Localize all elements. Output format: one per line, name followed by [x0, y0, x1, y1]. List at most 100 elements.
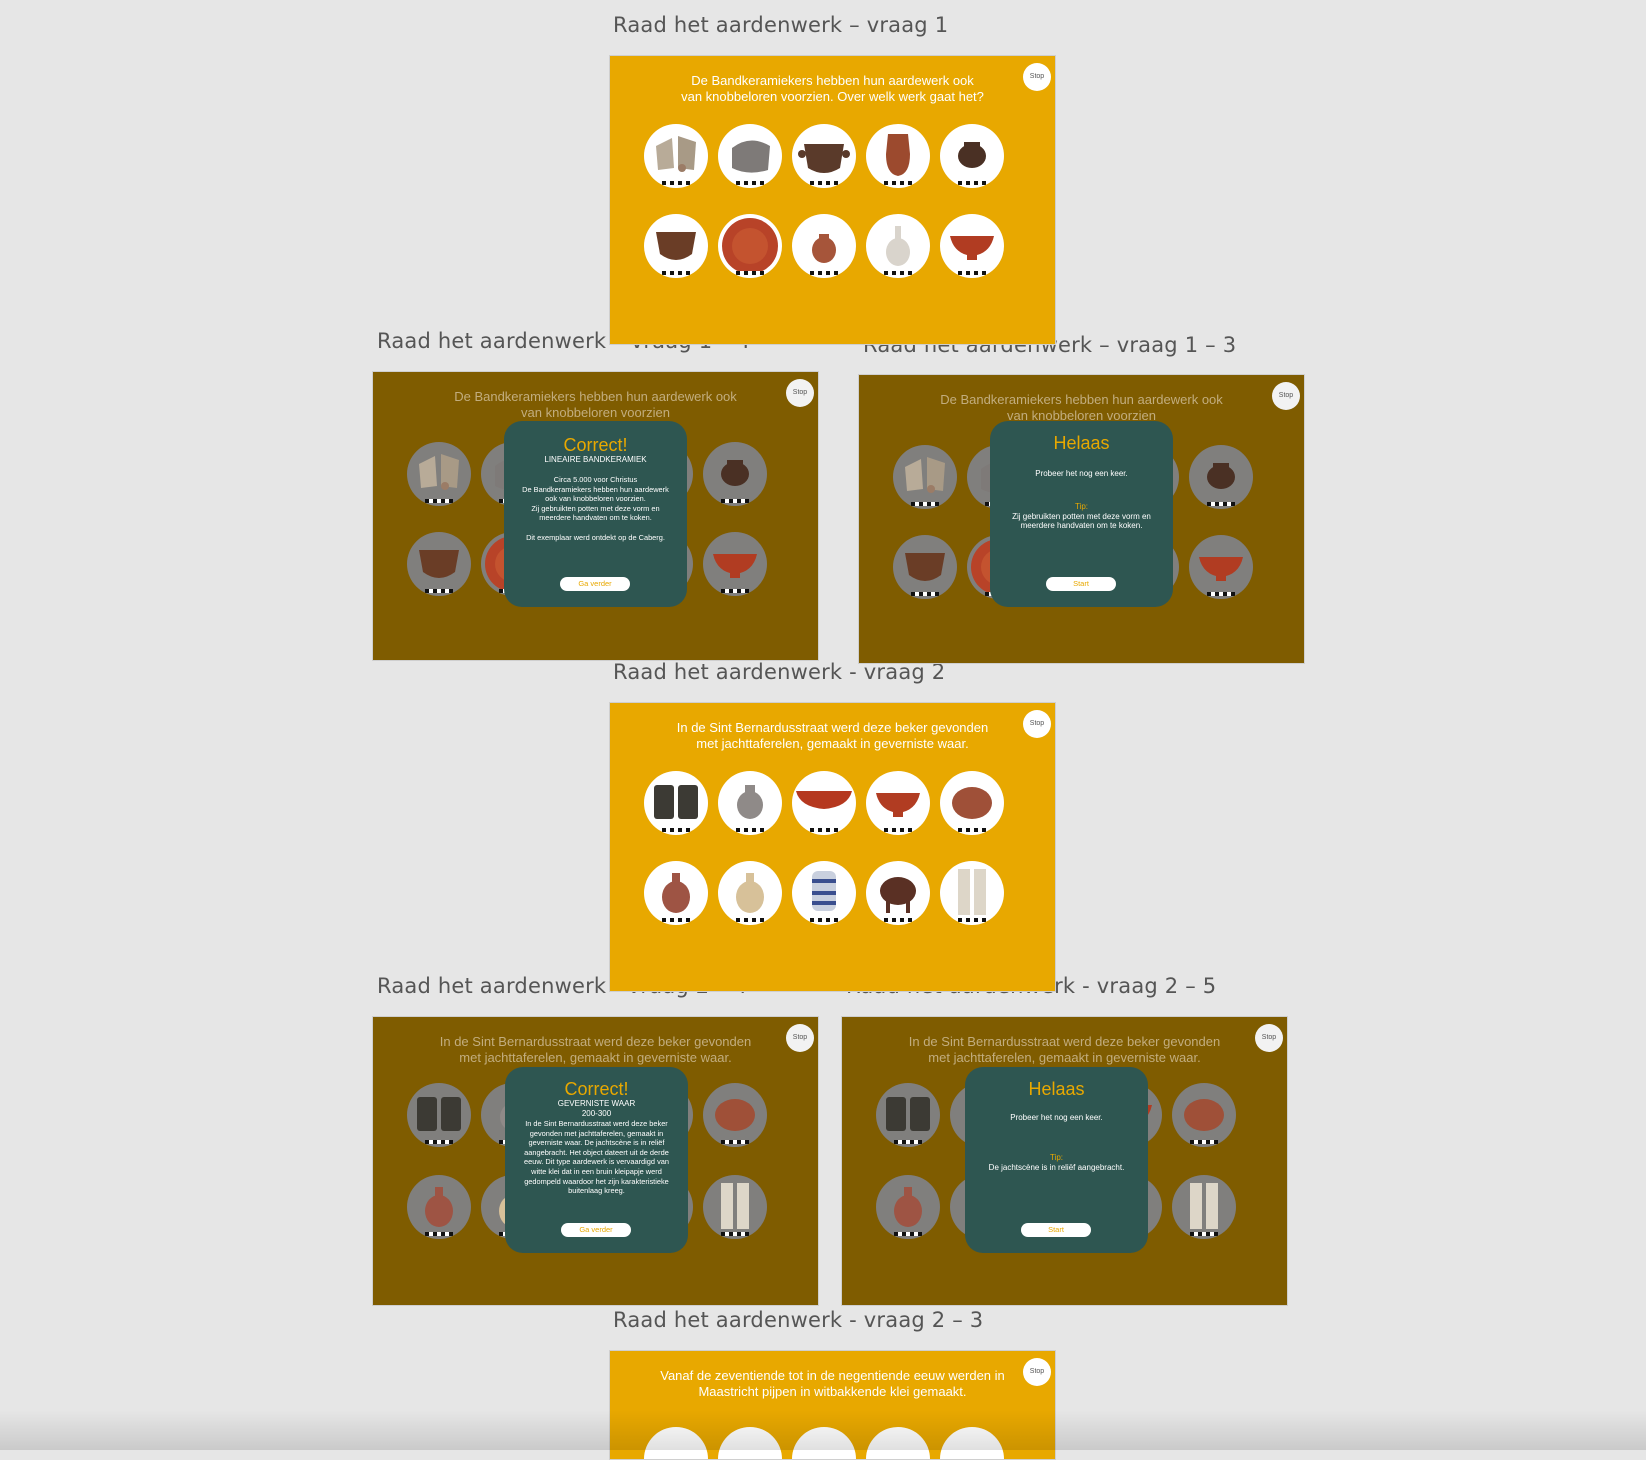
pottery-option-3[interactable] — [792, 124, 856, 188]
pottery-option-1[interactable] — [407, 1083, 471, 1147]
pottery-option-6[interactable] — [893, 535, 957, 599]
pottery-option-10[interactable] — [1172, 1175, 1236, 1239]
pottery-option-1[interactable] — [644, 124, 708, 188]
pottery-option-10[interactable] — [940, 861, 1004, 925]
scale-bar — [736, 271, 764, 275]
scale-bar — [1207, 502, 1235, 506]
pottery-option-6[interactable] — [407, 532, 471, 596]
shard-fragments-icon — [419, 454, 459, 490]
scale-bar — [894, 1232, 922, 1236]
pottery-option-6[interactable] — [644, 861, 708, 925]
stop-button[interactable]: Stop — [1272, 382, 1300, 410]
dialog-body: Circa 5.000 voor Christus De Bandkeramie… — [522, 475, 669, 542]
stop-button[interactable]: Stop — [1255, 1024, 1283, 1052]
artboard-vraag-2[interactable]: In de Sint Bernardusstraat werd deze bek… — [609, 702, 1056, 992]
red-bowl-icon — [950, 236, 994, 260]
pottery-option-7[interactable] — [718, 214, 782, 278]
pottery-option-5[interactable] — [940, 771, 1004, 835]
pottery-option-5[interactable] — [940, 124, 1004, 188]
red-plate-icon — [722, 218, 778, 274]
pottery-option-10[interactable] — [940, 214, 1004, 278]
scale-bar — [884, 918, 912, 922]
brown-bowl-pot-icon — [419, 550, 459, 578]
dark-hunt-beaker-icon — [654, 785, 698, 819]
tip-text: Zij gebruikten potten met deze vorm en m… — [1012, 511, 1151, 531]
cream-painted-jar-icon — [736, 873, 764, 913]
artboard-vraag-2-correct[interactable]: In de Sint Bernardusstraat werd deze bek… — [372, 1016, 819, 1306]
shard-fragments-icon — [656, 136, 696, 172]
start-button[interactable]: Start — [1046, 577, 1116, 591]
pottery-option-8[interactable] — [792, 861, 856, 925]
pottery-option-7[interactable] — [718, 861, 782, 925]
pottery-option-5[interactable] — [1189, 445, 1253, 509]
pottery-option-5[interactable] — [703, 442, 767, 506]
artboard-vraag-1[interactable]: De Bandkeramiekers hebben hun aardewerk … — [609, 55, 1056, 345]
pottery-option-3[interactable] — [792, 771, 856, 835]
pottery-option-5[interactable] — [703, 1083, 767, 1147]
continue-button[interactable]: Ga verder — [561, 1223, 631, 1237]
scale-bar — [958, 181, 986, 185]
dialog-title: Helaas — [1053, 433, 1110, 453]
artboard-vraag-1-correct[interactable]: De Bandkeramiekers hebben hun aardewerk … — [372, 371, 819, 661]
stop-button[interactable]: Stop — [786, 1024, 814, 1052]
scale-bar — [736, 828, 764, 832]
pottery-option-6[interactable] — [876, 1175, 940, 1239]
scale-bar — [884, 271, 912, 275]
white-pipe-fragments-icon — [958, 869, 986, 915]
scale-bar — [662, 271, 690, 275]
stop-button[interactable]: Stop — [1023, 710, 1051, 738]
dialog-tip: Tip: De jachtscène is in reliëf aangebra… — [973, 1144, 1140, 1173]
scale-bar — [958, 918, 986, 922]
artboard-label: Raad het aardenwerk - vraag 2 – 3 — [613, 1308, 984, 1332]
question-text: In de Sint Bernardusstraat werd deze bek… — [439, 1034, 752, 1065]
stop-button[interactable]: Stop — [786, 379, 814, 407]
dialog-text: Probeer het nog een keer. — [1035, 469, 1128, 478]
scale-bar — [1207, 592, 1235, 596]
pottery-option-2[interactable] — [718, 124, 782, 188]
white-jug-icon — [886, 226, 910, 266]
dialog-tip: Tip: Zij gebruikten potten met deze vorm… — [998, 493, 1165, 531]
red-two-handled-jar-icon — [662, 873, 690, 913]
helaas-dialog: Helaas Probeer het nog een keer. Tip: Zi… — [990, 421, 1173, 607]
pottery-option-10[interactable] — [703, 532, 767, 596]
pottery-option-9[interactable] — [866, 214, 930, 278]
dialog-date: 200-300 — [581, 1109, 612, 1118]
pottery-option-2[interactable] — [718, 771, 782, 835]
pottery-option-8[interactable] — [792, 214, 856, 278]
dialog-subtitle: LINEAIRE BANDKERAMIEK — [544, 455, 647, 464]
shard-fragments-icon — [905, 457, 945, 493]
pottery-option-4[interactable] — [866, 771, 930, 835]
blue-striped-albarello-icon — [812, 871, 836, 911]
pottery-option-10[interactable] — [703, 1175, 767, 1239]
pottery-option-6[interactable] — [644, 214, 708, 278]
brown-bowl-pot-icon — [905, 553, 945, 581]
pottery-option-1[interactable] — [893, 445, 957, 509]
dialog-title: Correct! — [564, 1079, 629, 1099]
pottery-option-10[interactable] — [1189, 535, 1253, 599]
red-globular-pot-icon — [952, 787, 992, 819]
artboard-vraag-2-helaas[interactable]: In de Sint Bernardusstraat werd deze bek… — [841, 1016, 1288, 1306]
pottery-option-1[interactable] — [876, 1083, 940, 1147]
pottery-option-1[interactable] — [644, 771, 708, 835]
pottery-option-9[interactable] — [866, 861, 930, 925]
dark-tripod-pot-icon — [880, 877, 916, 913]
artboard-vraag-1-helaas[interactable]: De Bandkeramiekers hebben hun aardewerk … — [858, 374, 1305, 664]
scale-bar — [425, 1140, 453, 1144]
pottery-option-4[interactable] — [866, 124, 930, 188]
dark-hunt-beaker-icon — [417, 1097, 461, 1131]
scale-bar — [958, 828, 986, 832]
bottom-shadow — [0, 1410, 1646, 1450]
scale-bar — [425, 499, 453, 503]
scale-bar — [810, 828, 838, 832]
stop-button[interactable]: Stop — [1023, 63, 1051, 91]
pottery-option-1[interactable] — [407, 442, 471, 506]
continue-button[interactable]: Ga verder — [560, 577, 630, 591]
tall-red-beaker-icon — [886, 134, 910, 176]
helaas-dialog: Helaas Probeer het nog een keer. Tip: De… — [965, 1067, 1148, 1253]
pottery-option-5[interactable] — [1172, 1083, 1236, 1147]
white-pipe-fragments-icon — [721, 1183, 749, 1229]
pottery-option-6[interactable] — [407, 1175, 471, 1239]
red-two-handled-jar-icon — [425, 1187, 453, 1227]
start-button[interactable]: Start — [1021, 1223, 1091, 1237]
stop-button[interactable]: Stop — [1023, 1358, 1051, 1386]
